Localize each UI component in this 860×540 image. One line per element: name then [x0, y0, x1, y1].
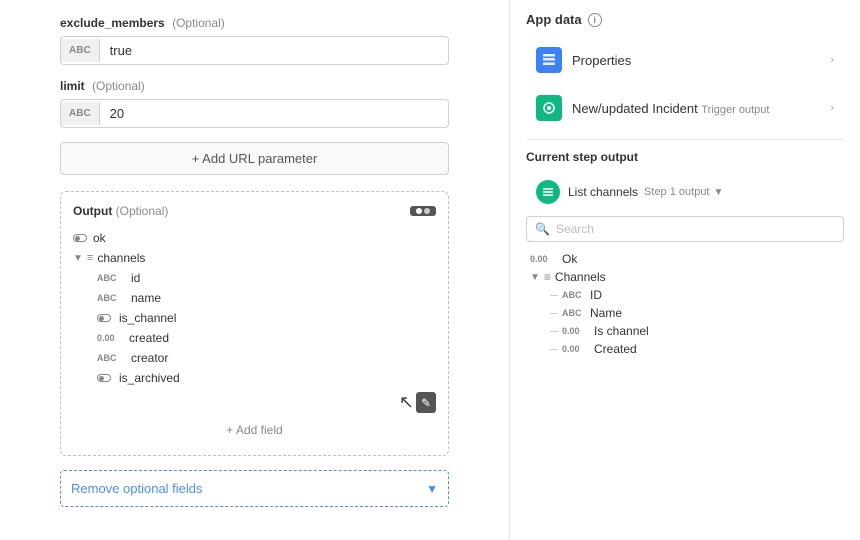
- exclude-members-value[interactable]: true: [100, 37, 448, 64]
- limit-type-badge: ABC: [61, 102, 100, 125]
- output-item-is-channel: is_channel: [97, 308, 436, 328]
- remove-optional-button[interactable]: Remove optional fields ▼: [60, 470, 449, 507]
- app-data-incident[interactable]: New/updated Incident Trigger output ›: [526, 87, 844, 129]
- add-field-button[interactable]: + Add field: [73, 417, 436, 443]
- incident-label: New/updated Incident: [572, 101, 701, 116]
- output-item-ok: ok: [73, 228, 436, 248]
- left-panel: exclude_members (Optional) ABC true limi…: [0, 0, 510, 540]
- current-step-title: Current step output: [526, 150, 844, 164]
- app-data-title: App data: [526, 12, 582, 27]
- output-item-is-archived: is_archived: [97, 368, 436, 388]
- right-output-is-channel: 0.00 Is channel: [550, 322, 840, 340]
- bool-icon-is-archived: [97, 374, 111, 382]
- info-icon: i: [588, 13, 602, 27]
- output-item-id: ABC id: [97, 268, 436, 288]
- lines-icon-channels: ≡: [87, 252, 93, 264]
- limit-value[interactable]: 20: [100, 100, 448, 127]
- lines-channels-right: ≡: [544, 270, 551, 284]
- chevron-right-incident: ›: [830, 102, 834, 114]
- add-url-button[interactable]: + Add URL parameter: [60, 142, 449, 175]
- step-sub: Step 1 output: [644, 186, 709, 198]
- incident-sub: Trigger output: [701, 104, 769, 116]
- bool-icon-is-channel: [97, 314, 111, 322]
- exclude-members-label: exclude_members (Optional): [60, 16, 449, 30]
- right-output-channels: ▼ ≡ Channels: [530, 268, 840, 286]
- expand-arrow-channels[interactable]: ▼: [73, 253, 83, 264]
- chevron-right-properties: ›: [830, 54, 834, 66]
- step-output-icon: [536, 180, 560, 204]
- right-output-name: ABC Name: [550, 304, 840, 322]
- incident-icon: [536, 95, 562, 121]
- output-tree: 0.00 Ok ▼ ≡ Channels ABC ID ABC Name 0.0…: [526, 250, 844, 358]
- right-output-ok: 0.00 Ok: [530, 250, 840, 268]
- cursor-icon: ↖: [399, 392, 414, 413]
- cursor-badge: ✎: [416, 392, 436, 413]
- limit-group: limit (Optional) ABC 20: [60, 79, 449, 128]
- right-output-created: 0.00 Created: [550, 340, 840, 358]
- cursor-area: ↖ ✎: [73, 392, 436, 413]
- divider: [526, 139, 844, 140]
- chevron-down-icon: ▼: [426, 482, 438, 496]
- expand-channels-right[interactable]: ▼: [530, 272, 540, 283]
- dropdown-icon: ▼: [714, 187, 724, 198]
- search-placeholder: Search: [556, 222, 594, 236]
- search-box[interactable]: 🔍 Search: [526, 216, 844, 242]
- search-icon: 🔍: [535, 222, 550, 236]
- output-item-name: ABC name: [97, 288, 436, 308]
- exclude-members-type-badge: ABC: [61, 39, 100, 62]
- output-item-created: 0.00 created: [97, 328, 436, 348]
- output-section: Output (Optional) ok ▼ ≡ channels ABC id: [60, 191, 449, 456]
- app-data-properties[interactable]: Properties ›: [526, 39, 844, 81]
- properties-label: Properties: [572, 53, 830, 68]
- toggle-dot-2: [424, 208, 430, 214]
- output-toggle[interactable]: [410, 206, 436, 216]
- limit-input-row: ABC 20: [60, 99, 449, 128]
- exclude-members-input-row: ABC true: [60, 36, 449, 65]
- right-output-id: ABC ID: [550, 286, 840, 304]
- output-item-channels: ▼ ≡ channels: [73, 248, 436, 268]
- output-header: Output (Optional): [73, 204, 436, 218]
- right-panel: App data i Properties › New/updated Inci…: [510, 0, 860, 540]
- toggle-dot-1: [416, 208, 422, 214]
- output-item-creator: ABC creator: [97, 348, 436, 368]
- step-output-item[interactable]: List channels Step 1 output ▼: [526, 174, 844, 210]
- table-icon: [536, 47, 562, 73]
- limit-label: limit (Optional): [60, 79, 449, 93]
- app-data-header: App data i: [526, 12, 844, 27]
- bool-icon-ok: [73, 234, 87, 242]
- exclude-members-group: exclude_members (Optional) ABC true: [60, 16, 449, 65]
- output-title: Output (Optional): [73, 204, 168, 218]
- step-label: List channels: [568, 185, 638, 199]
